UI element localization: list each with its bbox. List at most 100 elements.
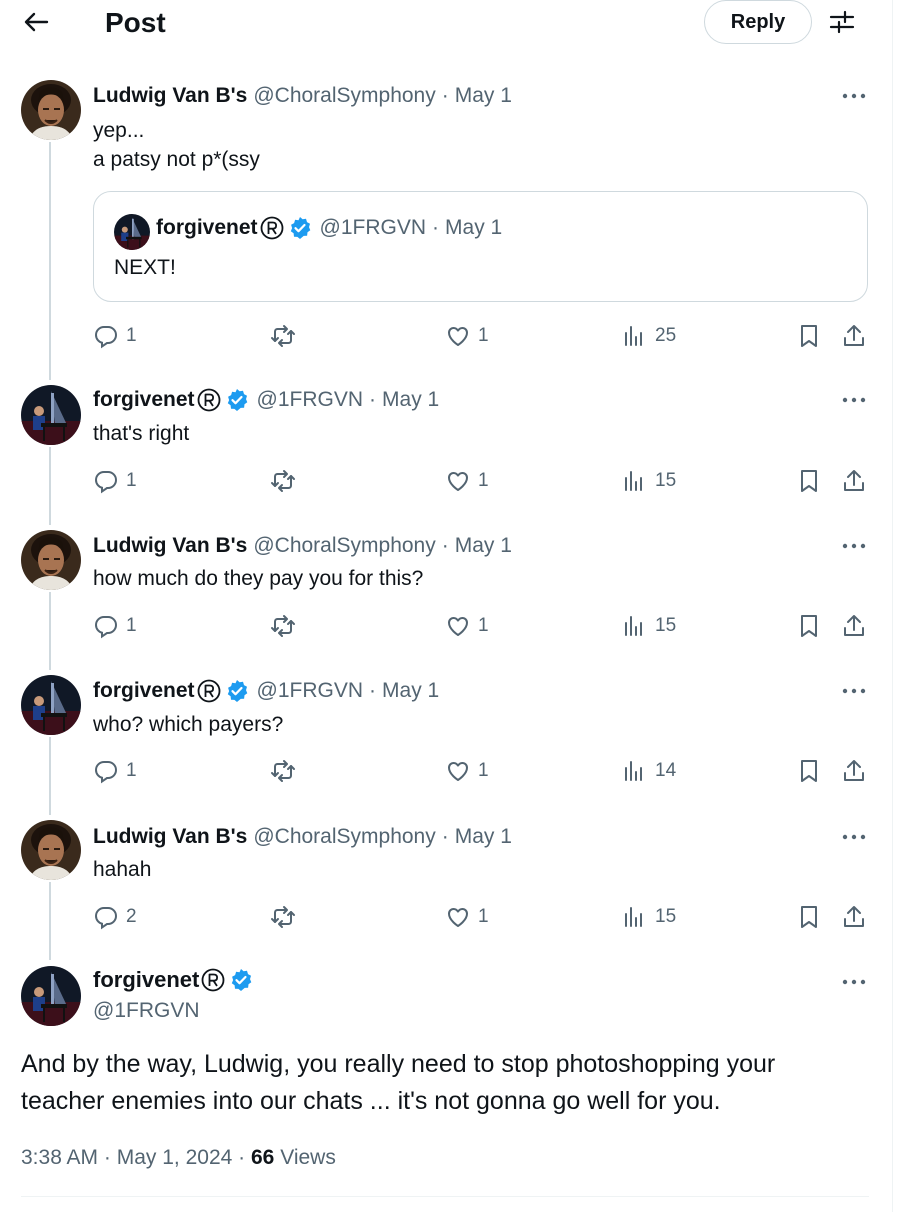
avatar[interactable] <box>21 80 81 140</box>
quoted-tweet[interactable]: forgivenet @1FRGVN · May 1 NEXT! <box>93 191 868 302</box>
tweet-date[interactable]: May 1 <box>455 84 512 108</box>
views-action[interactable]: 15 <box>622 613 676 639</box>
main-tweet-text: And by the way, Ludwig, you really need … <box>21 1050 776 1115</box>
author-name[interactable]: Ludwig Van B's <box>93 825 247 849</box>
author-handle[interactable]: @1FRGVN <box>93 999 200 1023</box>
like-action[interactable]: 1 <box>445 468 489 494</box>
tweet-date[interactable]: May 1 <box>382 679 439 703</box>
tweet-time[interactable]: 3:38 AM <box>21 1146 98 1169</box>
avatar[interactable] <box>21 385 81 445</box>
author-handle[interactable]: @ChoralSymphony <box>253 534 435 558</box>
reply-action[interactable]: 1 <box>93 613 137 639</box>
repost-action[interactable] <box>270 758 296 784</box>
views-count: 15 <box>655 470 677 491</box>
author-handle[interactable]: @ChoralSymphony <box>253 84 435 108</box>
tweet-date[interactable]: May 1, 2024 <box>117 1146 233 1169</box>
thread-line <box>49 142 51 380</box>
like-count: 1 <box>478 760 489 781</box>
author-handle[interactable]: @1FRGVN <box>257 388 364 412</box>
thread-line <box>49 592 51 670</box>
avatar[interactable] <box>21 675 81 735</box>
verified-badge-icon <box>289 216 311 240</box>
separator: · <box>441 825 449 848</box>
like-action[interactable]: 1 <box>445 758 489 784</box>
reply-button[interactable]: Reply <box>704 0 812 44</box>
more-icon[interactable] <box>841 972 867 992</box>
repost-action[interactable] <box>270 904 296 930</box>
author-name[interactable]: forgivenet <box>93 679 195 703</box>
tweet-date[interactable]: May 1 <box>455 534 512 558</box>
share-icon[interactable] <box>841 904 867 930</box>
repost-icon <box>271 906 295 928</box>
views-icon <box>625 616 642 636</box>
verified-badge-icon <box>226 388 248 412</box>
like-action[interactable]: 1 <box>445 904 489 930</box>
back-arrow-icon[interactable] <box>22 8 50 36</box>
more-icon[interactable] <box>841 390 867 410</box>
quoted-tweet-header: forgivenet @1FRGVN · May 1 <box>156 216 502 240</box>
author-handle: @1FRGVN <box>319 216 427 239</box>
views-icon <box>625 761 642 781</box>
tweet-date[interactable]: May 1 <box>455 825 512 849</box>
separator: · <box>369 388 377 411</box>
more-icon[interactable] <box>841 681 867 701</box>
reply-action[interactable]: 1 <box>93 323 137 349</box>
author-name[interactable]: Ludwig Van B's <box>93 534 247 558</box>
share-icon[interactable] <box>841 323 867 349</box>
bookmark-icon[interactable] <box>796 323 822 349</box>
reply-count: 1 <box>126 325 137 346</box>
avatar[interactable] <box>21 966 81 1026</box>
repost-action[interactable] <box>270 323 296 349</box>
reply-action[interactable]: 2 <box>93 904 137 930</box>
author-name[interactable]: Ludwig Van B's <box>93 84 247 108</box>
tweet-date[interactable]: May 1 <box>382 388 439 412</box>
views-action[interactable]: 15 <box>622 904 676 930</box>
bookmark-icon[interactable] <box>796 758 822 784</box>
share-icon[interactable] <box>841 468 867 494</box>
avatar[interactable] <box>21 820 81 880</box>
reply-action[interactable]: 1 <box>93 468 137 494</box>
thread-line <box>49 447 51 525</box>
like-count: 1 <box>478 325 489 346</box>
bookmark-icon[interactable] <box>796 613 822 639</box>
like-action[interactable]: 1 <box>445 323 489 349</box>
like-count: 1 <box>478 906 489 927</box>
repost-action[interactable] <box>270 613 296 639</box>
filter-icon[interactable] <box>828 8 856 36</box>
views-action[interactable]: 14 <box>622 758 676 784</box>
like-count: 1 <box>478 615 489 636</box>
registered-icon <box>197 679 220 703</box>
share-icon[interactable] <box>841 613 867 639</box>
views-action[interactable]: 25 <box>622 323 676 349</box>
bookmark-icon[interactable] <box>796 904 822 930</box>
tweet-date: May 1 <box>445 216 503 239</box>
tweet-text: how much do they pay you for this? <box>93 567 424 590</box>
divider <box>21 1196 869 1197</box>
repost-action[interactable] <box>270 468 296 494</box>
views-action[interactable]: 15 <box>622 468 676 494</box>
repost-icon <box>271 325 295 347</box>
more-icon[interactable] <box>841 827 867 847</box>
separator: · <box>441 534 449 557</box>
tweet-header: Ludwig Van B's @ChoralSymphony · May 1 <box>93 531 512 561</box>
reply-icon <box>95 907 117 929</box>
more-icon[interactable] <box>841 536 867 556</box>
share-icon[interactable] <box>841 758 867 784</box>
tweet-text: yep... a patsy not p*(ssy <box>93 119 260 171</box>
tweet-header: Ludwig Van B's @ChoralSymphony · May 1 <box>93 81 512 111</box>
author-handle[interactable]: @ChoralSymphony <box>253 825 435 849</box>
reply-action[interactable]: 1 <box>93 758 137 784</box>
like-action[interactable]: 1 <box>445 613 489 639</box>
verified-badge-icon <box>226 679 248 703</box>
page-title: Post <box>105 7 166 38</box>
author-handle[interactable]: @1FRGVN <box>257 679 364 703</box>
bookmark-icon[interactable] <box>796 468 822 494</box>
more-icon[interactable] <box>841 86 867 106</box>
separator: · <box>441 84 449 107</box>
avatar[interactable] <box>21 530 81 590</box>
author-name[interactable]: forgivenet <box>93 388 195 412</box>
main-tweet-meta: 3:38 AM · May 1, 2024 · 66 Views <box>21 1146 336 1169</box>
registered-icon <box>201 968 225 992</box>
reply-count: 2 <box>126 906 137 927</box>
author-name[interactable]: forgivenet <box>93 967 199 993</box>
